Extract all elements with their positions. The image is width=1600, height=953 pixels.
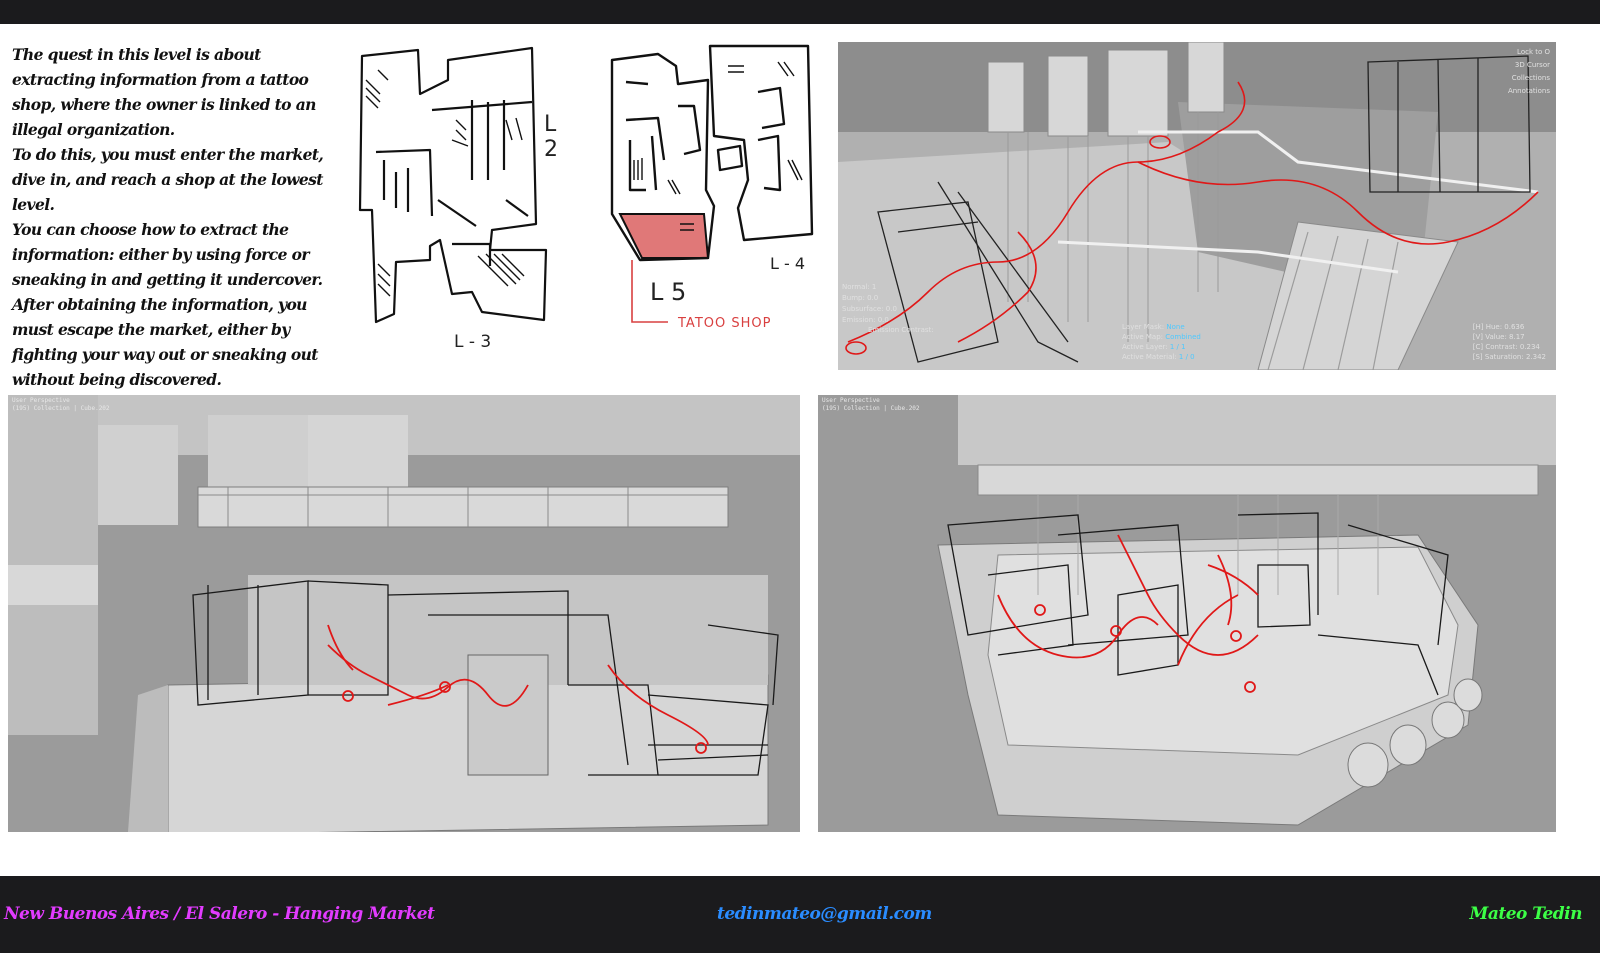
prop-bump: Bump: 0.0 — [842, 294, 879, 302]
render-market-side — [8, 395, 800, 832]
viewport-collection: (195) Collection | Cube.202 — [12, 405, 110, 412]
floor-plan-level-2-3: L 2 L - 3 — [356, 40, 558, 352]
prop-normal: Normal: 1 — [842, 283, 877, 291]
project-title: New Buenos Aires / El Salero - Hanging M… — [4, 904, 435, 924]
viewport-mode: User Perspective — [822, 397, 880, 404]
contact-email[interactable]: tedinmateo@gmail.com — [717, 904, 932, 924]
panel-item[interactable]: 3D Cursor — [1508, 59, 1550, 72]
level-3-label: L - 3 — [454, 332, 492, 352]
quest-paragraph-3: You can choose how to extract the inform… — [12, 220, 323, 289]
level-5-label: L 5 — [650, 278, 687, 306]
color-props-right: [H] Hue: 0.636 [V] Value: 8.17 [C] Contr… — [1473, 322, 1546, 362]
prop-hue: [H] Hue: 0.636 — [1472, 323, 1525, 331]
prop-subsurface: Subsurface: 0.0 — [842, 305, 897, 313]
prop-saturation: [S] Saturation: 2.342 — [1472, 353, 1546, 361]
viewport-header: User Perspective (195) Collection | Cube… — [822, 397, 920, 413]
viewport-header: User Perspective (195) Collection | Cube… — [12, 397, 110, 413]
level-2-label: L 2 — [544, 112, 558, 162]
prop-contrast: [C] Contrast: 0.234 — [1472, 343, 1540, 351]
prop-emission: Emission: 0.0 — [842, 316, 889, 324]
prop-row: Active Map: Combined — [1122, 333, 1201, 341]
viewport-collection: (195) Collection | Cube.202 — [822, 405, 920, 412]
material-props-left: Normal: 1 Bump: 0.0 Subsurface: 0.0 Emis… — [842, 282, 897, 326]
panel-item[interactable]: Collections — [1508, 72, 1550, 85]
prop-row: Active Material: 1 / 0 — [1122, 353, 1195, 361]
level-4-label: L - 4 — [770, 254, 806, 273]
author-name: Mateo Tedin — [1469, 904, 1583, 924]
floor-plan-sketch-l2 — [358, 46, 548, 324]
quest-paragraph-2: To do this, you must enter the market, d… — [12, 145, 324, 214]
tattoo-shop-label: TATOO SHOP — [678, 316, 772, 331]
layer-props: Layer Mask: None Active Map: Combined Ac… — [1122, 322, 1201, 362]
viewport-mode: User Perspective — [12, 397, 70, 404]
footer-bar: New Buenos Aires / El Salero - Hanging M… — [0, 876, 1600, 953]
tattoo-shop-area — [618, 213, 710, 259]
floor-plan-sketch-l4 — [610, 44, 814, 323]
panel-item[interactable]: Lock to O — [1508, 46, 1550, 59]
quest-paragraph-4: After obtaining the information, you mus… — [12, 295, 318, 389]
render-market-platform — [818, 395, 1556, 832]
viewport-3d-market-side[interactable]: User Perspective (195) Collection | Cube… — [8, 395, 800, 832]
viewport-side-panel[interactable]: Lock to O 3D Cursor Collections Annotati… — [1508, 46, 1550, 98]
prop-row: Active Layer: 1 / 1 — [1122, 343, 1186, 351]
quest-description: The quest in this level is about extract… — [12, 42, 324, 392]
viewport-3d-market-platform[interactable]: User Perspective (195) Collection | Cube… — [818, 395, 1556, 832]
viewport-3d-market-stairs[interactable]: Lock to O 3D Cursor Collections Annotati… — [838, 42, 1556, 370]
top-bar — [0, 0, 1600, 24]
panel-item[interactable]: Annotations — [1508, 85, 1550, 98]
quest-paragraph-1: The quest in this level is about extract… — [12, 45, 316, 139]
emission-contrast-label: Emission Contrast: — [868, 326, 934, 334]
prop-row: Layer Mask: None — [1122, 323, 1185, 331]
floor-plan-level-4-5: L - 4 L 5 TATOO SHOP — [608, 40, 828, 340]
prop-value: [V] Value: 8.17 — [1472, 333, 1525, 341]
render-market-stairs — [838, 42, 1556, 370]
